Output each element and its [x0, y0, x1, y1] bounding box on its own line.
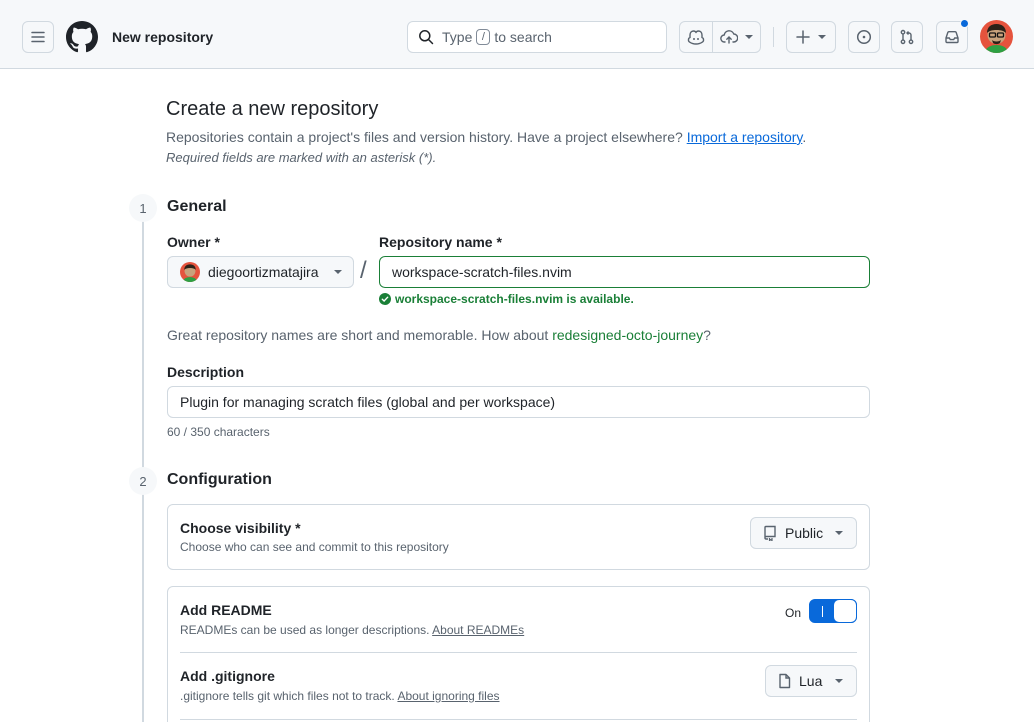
repository-name-input[interactable]	[379, 256, 870, 288]
chevron-down-icon	[745, 35, 753, 39]
search-input[interactable]: Type / to search	[407, 21, 667, 53]
about-ignoring-files-link[interactable]: About ignoring files	[397, 689, 499, 703]
name-suggestion: Great repository names are short and mem…	[167, 327, 711, 343]
repository-options-box: Add README READMEs can be used as longer…	[167, 586, 870, 722]
gitignore-select[interactable]: Lua	[765, 665, 857, 697]
toggle-on-indicator	[822, 606, 823, 617]
pull-requests-button[interactable]	[891, 21, 923, 53]
copilot-dropdown-button[interactable]	[713, 30, 754, 44]
availability-message: workspace-scratch-files.nvim is availabl…	[379, 292, 634, 306]
readme-title: Add README	[180, 602, 272, 618]
gitignore-subtitle: .gitignore tells git which files not to …	[180, 689, 500, 703]
check-circle-icon	[379, 293, 391, 305]
cloud-upload-icon	[720, 30, 738, 44]
repository-name-label: Repository name *	[379, 234, 502, 250]
chevron-down-icon	[835, 531, 843, 535]
visibility-subtitle: Choose who can see and commit to this re…	[180, 540, 449, 554]
step-number-1: 1	[129, 194, 157, 222]
visibility-select[interactable]: Public	[750, 517, 857, 549]
owner-select[interactable]: diegoortizmatajira	[167, 256, 354, 288]
chevron-down-icon	[835, 679, 843, 683]
main-content: Create a new repository Repositories con…	[0, 69, 1034, 722]
chevron-down-icon	[817, 35, 826, 39]
inbox-icon	[945, 31, 959, 44]
chevron-down-icon	[334, 270, 342, 274]
owner-value: diegoortizmatajira	[208, 264, 319, 280]
row-divider	[180, 652, 857, 653]
create-new-button[interactable]	[786, 21, 836, 53]
page-title: Create a new repository	[166, 98, 379, 120]
owner-repo-separator: /	[360, 257, 367, 284]
owner-label: Owner *	[167, 234, 220, 250]
section-title-configuration: Configuration	[167, 471, 272, 488]
file-icon	[779, 673, 791, 689]
header-divider	[773, 27, 774, 47]
menu-button[interactable]	[22, 21, 54, 53]
description-input[interactable]	[167, 386, 870, 418]
page-context-title[interactable]: New repository	[112, 29, 213, 45]
copilot-button-group[interactable]	[679, 21, 761, 53]
hamburger-icon	[31, 31, 45, 43]
readme-toggle[interactable]	[809, 599, 857, 623]
toggle-knob	[833, 599, 857, 623]
owner-avatar	[180, 262, 200, 282]
plus-icon	[795, 30, 810, 44]
issue-opened-icon	[856, 29, 872, 45]
app-header: New repository Type / to search	[0, 0, 1034, 69]
notification-indicator	[960, 19, 969, 28]
issues-button[interactable]	[848, 21, 880, 53]
search-icon	[419, 30, 434, 45]
github-logo-icon[interactable]	[66, 21, 98, 53]
search-placeholder-pre: Type	[442, 29, 473, 45]
readme-subtitle: READMEs can be used as longer descriptio…	[180, 623, 525, 637]
suggested-name-link[interactable]: redesigned-octo-journey	[552, 327, 703, 343]
description-label: Description	[167, 364, 245, 380]
visibility-value: Public	[785, 525, 824, 541]
page-subtitle: Repositories contain a project's files a…	[166, 129, 807, 145]
step-number-2: 2	[129, 467, 157, 495]
description-char-count: 60 / 350 characters	[167, 425, 270, 439]
section-title-general: General	[167, 198, 227, 215]
import-repository-link[interactable]: Import a repository	[687, 129, 803, 145]
readme-toggle-label: On	[785, 606, 802, 620]
git-pull-request-icon	[900, 29, 914, 45]
search-placeholder-post: to search	[494, 29, 552, 45]
search-shortcut-key: /	[476, 29, 491, 45]
gitignore-value: Lua	[799, 673, 823, 689]
user-avatar[interactable]	[980, 20, 1013, 53]
copilot-icon	[687, 30, 705, 45]
copilot-button[interactable]	[680, 29, 712, 45]
visibility-box: Choose visibility * Choose who can see a…	[167, 504, 870, 570]
repo-icon	[764, 525, 776, 541]
gitignore-title: Add .gitignore	[180, 668, 275, 684]
row-divider	[180, 719, 857, 720]
about-readmes-link[interactable]: About READMEs	[432, 623, 524, 637]
required-fields-note: Required fields are marked with an aster…	[166, 150, 437, 165]
visibility-title: Choose visibility *	[180, 520, 301, 536]
